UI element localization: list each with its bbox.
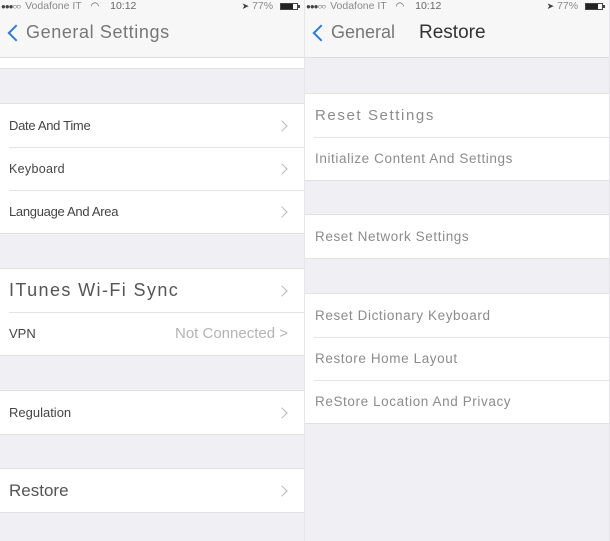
settings-group-4: Restore — [0, 468, 304, 513]
back-button[interactable]: General — [309, 22, 395, 43]
back-button[interactable]: General Settings — [4, 22, 170, 43]
previous-group-tail — [0, 58, 304, 69]
status-time: 10:12 — [110, 0, 137, 12]
row-label: Language And Area — [9, 204, 119, 219]
battery-icon — [280, 3, 300, 10]
row-date-and-time[interactable]: Date And Time — [0, 104, 304, 147]
page-title: Restore — [419, 22, 486, 43]
row-restore[interactable]: Restore — [0, 469, 304, 512]
row-label: Reset Network Settings — [315, 229, 470, 244]
navigation-bar: General Settings — [0, 14, 304, 58]
status-time: 10:12 — [415, 0, 442, 12]
restore-group-2: Reset Network Settings — [305, 214, 609, 259]
location-arrow-icon: ➤ — [241, 1, 250, 11]
wifi-icon: ◠ — [90, 1, 100, 12]
row-label: Restore Home Layout — [315, 351, 458, 366]
row-label: Keyboard — [9, 161, 65, 176]
status-bar: ●●●○○ Vodafone IT ◠ 10:12 ➤ 77% — [305, 0, 609, 14]
row-regulation[interactable]: Regulation — [0, 391, 304, 434]
row-initialize-content-and-settings[interactable]: Initialize Content And Settings — [305, 137, 609, 180]
back-button-label: General — [331, 22, 396, 42]
row-label: ReStore Location And Privacy — [315, 394, 512, 409]
carrier-name: Vodafone IT — [330, 0, 387, 12]
status-bar: ●●●○○ Vodafone IT ◠ 10:12 ➤ 77% — [0, 0, 304, 14]
signal-strength-icon: ●●●○○ — [306, 2, 326, 11]
battery-icon — [585, 3, 605, 10]
wifi-icon: ◠ — [395, 1, 405, 12]
settings-group-3: Regulation — [0, 390, 304, 435]
chevron-right-icon — [276, 284, 288, 297]
navigation-bar: General Restore — [305, 14, 609, 58]
location-arrow-icon: ➤ — [546, 1, 555, 11]
battery-percent: 77% — [252, 0, 274, 12]
restore-group-3: Reset Dictionary Keyboard Restore Home L… — [305, 293, 609, 424]
back-button-label: General Settings — [26, 22, 170, 42]
row-label: Restore — [9, 480, 69, 500]
restore-screen: ●●●○○ Vodafone IT ◠ 10:12 ➤ 77% General … — [305, 0, 610, 541]
chevron-left-icon — [7, 24, 25, 41]
chevron-right-icon — [276, 205, 288, 218]
row-restore-home-layout[interactable]: Restore Home Layout — [305, 337, 609, 380]
row-label: ITunes Wi-Fi Sync — [9, 280, 180, 300]
vpn-status-value: Not Connected > — [175, 325, 288, 342]
row-label: Regulation — [9, 405, 72, 420]
row-reset-settings[interactable]: Reset Settings — [305, 94, 609, 137]
chevron-right-icon — [276, 406, 288, 419]
settings-group-2: ITunes Wi-Fi Sync VPN Not Connected > — [0, 268, 304, 356]
chevron-right-icon — [276, 119, 288, 132]
row-reset-network-settings[interactable]: Reset Network Settings — [305, 215, 609, 258]
row-restore-location-and-privacy[interactable]: ReStore Location And Privacy — [305, 380, 609, 423]
row-label: Date And Time — [9, 118, 91, 133]
carrier-name: Vodafone IT — [25, 0, 82, 12]
row-label: Reset Dictionary Keyboard — [315, 308, 491, 323]
row-keyboard[interactable]: Keyboard — [0, 147, 304, 190]
row-vpn[interactable]: VPN Not Connected > — [0, 312, 304, 355]
row-itunes-wifi-sync[interactable]: ITunes Wi-Fi Sync — [0, 269, 304, 312]
row-reset-dictionary-keyboard[interactable]: Reset Dictionary Keyboard — [305, 294, 609, 337]
general-settings-screen: ●●●○○ Vodafone IT ◠ 10:12 ➤ 77% General … — [0, 0, 305, 541]
settings-group-1: Date And Time Keyboard Language And Area — [0, 103, 304, 234]
restore-group-1: Reset Settings Initialize Content And Se… — [305, 93, 609, 181]
row-label: Reset Settings — [315, 107, 435, 124]
row-language-and-area[interactable]: Language And Area — [0, 190, 304, 233]
row-label: VPN — [9, 326, 36, 341]
battery-percent: 77% — [557, 0, 579, 12]
chevron-left-icon — [312, 24, 330, 41]
chevron-right-icon — [276, 162, 288, 175]
row-label: Initialize Content And Settings — [315, 151, 513, 166]
chevron-right-icon — [276, 484, 288, 497]
signal-strength-icon: ●●●○○ — [1, 2, 21, 11]
